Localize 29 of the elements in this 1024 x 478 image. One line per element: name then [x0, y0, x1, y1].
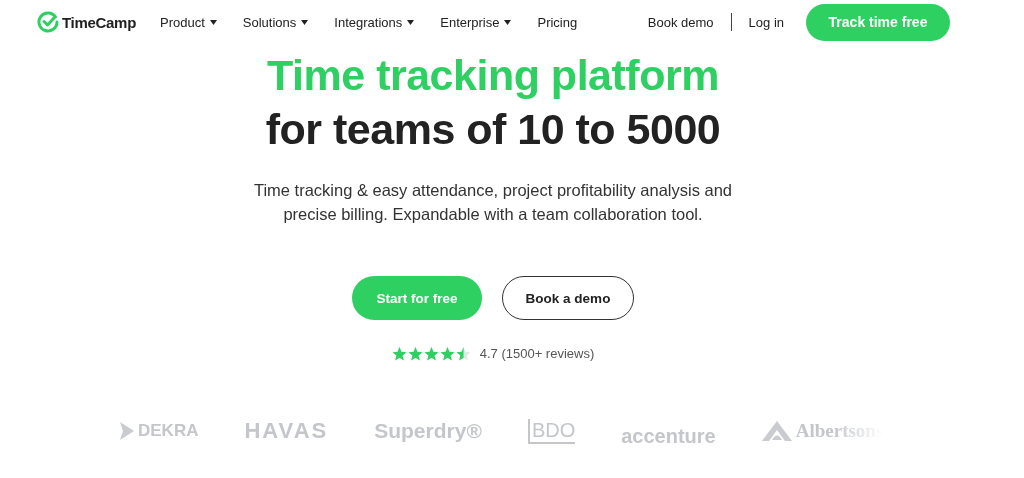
caret-icon: [504, 19, 512, 25]
nav-link[interactable]: Product: [160, 14, 217, 30]
book-demo-link[interactable]: Book demo: [647, 14, 714, 30]
caret-icon: [209, 19, 217, 25]
book-demo-button[interactable]: Book a demo: [502, 276, 634, 320]
nav-link[interactable]: Pricing: [537, 14, 578, 30]
star-icon: [391, 346, 407, 361]
star-icon: [423, 346, 439, 361]
client-logo: BDO: [527, 418, 576, 444]
star-icon: [439, 346, 455, 361]
rating-text: 4.7 (1500+ reviews): [479, 346, 595, 361]
caret-icon: [301, 19, 309, 25]
hero-title: for teams of 10 to 5000: [265, 104, 721, 154]
caret-icon: [407, 19, 415, 25]
login-link[interactable]: Log in: [748, 14, 784, 30]
star-icon: [455, 346, 471, 361]
star-icon: [407, 346, 423, 361]
triangle-icon: [120, 422, 134, 440]
hero-subtitle: Time tracking & easy attendance, project profitability analysis and precise billing. Expandable with a team collaboration tool.: [253, 180, 733, 225]
client-logo: DEKRA: [138, 421, 199, 441]
nav-link[interactable]: Solutions: [242, 14, 309, 30]
nav-link[interactable]: Enterprise: [440, 14, 512, 30]
brand-name[interactable]: TimeCamp: [62, 13, 136, 31]
nav-link[interactable]: Integrations: [334, 14, 415, 30]
client-logo: accenture: [621, 424, 716, 448]
check-circle-icon: [37, 11, 59, 33]
client-logo: HAVAS: [244, 418, 329, 444]
client-logo: Superdry®: [374, 419, 482, 443]
hero-title: Time tracking platform: [267, 50, 719, 100]
